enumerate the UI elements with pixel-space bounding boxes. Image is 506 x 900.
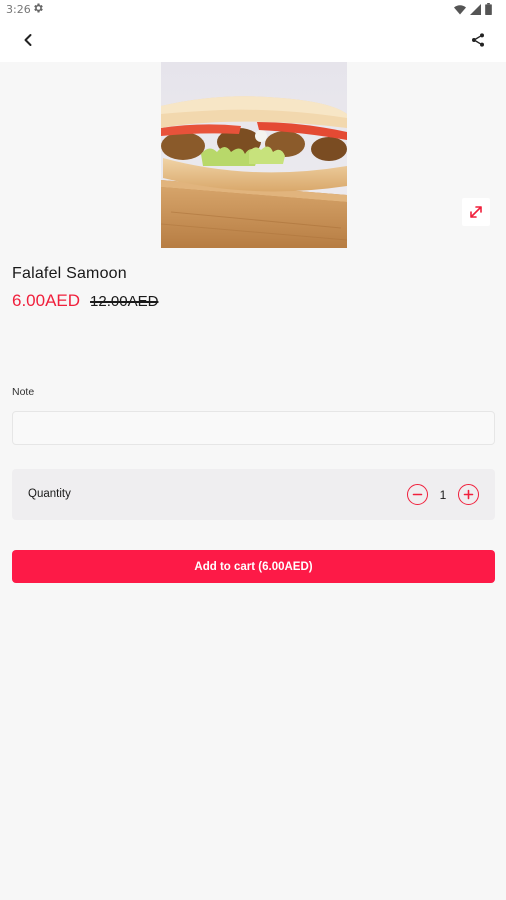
product-image (161, 62, 347, 248)
share-icon (472, 33, 484, 47)
falafel-sandwich-photo (161, 62, 347, 248)
back-button[interactable] (16, 28, 40, 52)
quantity-stepper: 1 (407, 484, 479, 505)
minus-circle-icon (412, 493, 423, 496)
increment-button[interactable] (458, 484, 479, 505)
status-time: 3:26 (6, 3, 31, 16)
decrement-button[interactable] (407, 484, 428, 505)
gear-icon (34, 3, 43, 13)
app-bar (0, 18, 506, 62)
wifi-icon (454, 4, 466, 14)
share-button[interactable] (466, 28, 490, 52)
status-bar: 3:26 (0, 0, 506, 18)
current-price: 6.00AED (12, 291, 81, 310)
quantity-value: 1 (439, 487, 447, 502)
note-input[interactable] (12, 411, 495, 445)
chevron-left-icon (24, 34, 32, 46)
quantity-label: Quantity (28, 488, 71, 500)
original-price: 12.00AED (90, 293, 159, 310)
price-row: 6.00AED 12.00AED (12, 291, 158, 311)
expand-image-button[interactable] (462, 198, 490, 226)
battery-icon (485, 3, 492, 15)
signal-icon (470, 3, 481, 15)
quantity-card: Quantity 1 (12, 469, 495, 520)
expand-icon (470, 206, 482, 218)
note-label: Note (12, 386, 35, 398)
add-to-cart-button[interactable]: Add to cart (6.00AED) (12, 550, 495, 583)
status-icons (454, 3, 492, 15)
plus-circle-icon (463, 489, 474, 500)
product-name: Falafel Samoon (12, 265, 127, 282)
